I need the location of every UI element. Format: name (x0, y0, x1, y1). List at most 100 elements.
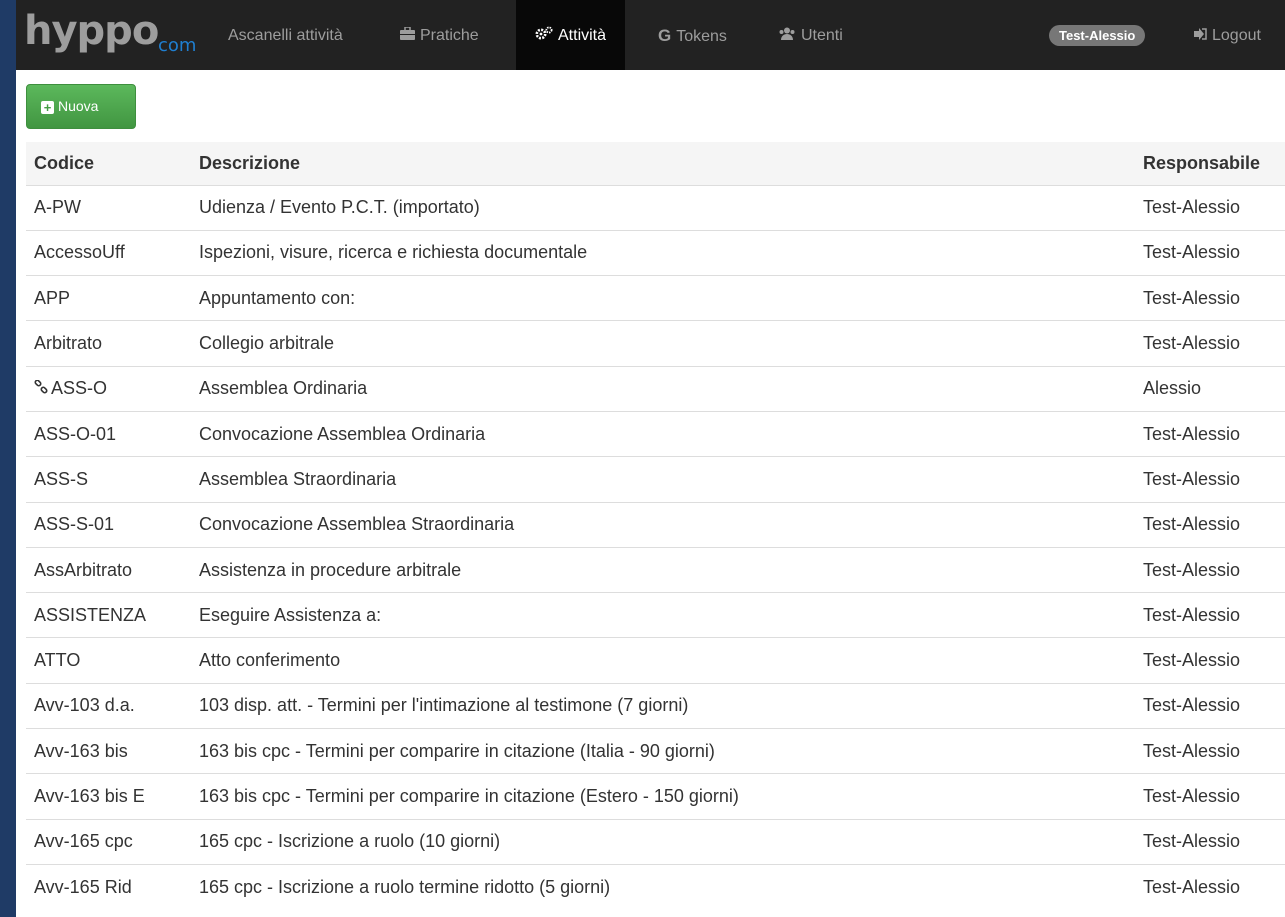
nav-item-utenti[interactable]: Utenti (778, 0, 843, 70)
plus-icon: + (41, 101, 54, 114)
header-code[interactable]: Codice (26, 142, 191, 185)
cell-description: Assistenza in procedure arbitrale (191, 546, 1135, 593)
code-text: Arbitrato (34, 333, 103, 354)
code-text: Avv-103 d.a. (34, 695, 135, 716)
table-row[interactable]: ASS-S-01 Convocazione Assemblea Straordin… (26, 501, 1285, 548)
cell-description: Assemblea Straordinaria (191, 456, 1135, 503)
table-row[interactable]: Avv-163 bis 163 bis cpc - Termini per com… (26, 728, 1285, 774)
table-row[interactable]: Arbitrato Collegio arbitrale Test-Alessio (26, 320, 1285, 367)
cell-owner: Test-Alessio (1135, 728, 1285, 774)
table-row[interactable]: ASS-S Assemblea Straordinaria Test-Alessio (26, 456, 1285, 503)
cell-description: Udienza / Evento P.C.T. (importato) (191, 184, 1135, 231)
table-row[interactable]: AccessoUff Ispezioni, visure, ricerca e r… (26, 229, 1285, 276)
cell-owner: Alessio (1135, 365, 1285, 412)
nav-item-tokens[interactable]: G Tokens (658, 0, 727, 70)
table-row[interactable]: ASS-O-01 Convocazione Assemblea Ordinaria… (26, 410, 1285, 457)
header-owner[interactable]: Responsabile (1135, 142, 1285, 185)
cell-code[interactable]: Avv-163 bis (26, 728, 191, 774)
cell-owner: Test-Alessio (1135, 773, 1285, 820)
link-icon (34, 379, 48, 399)
code-text: AccessoUff (34, 242, 125, 263)
logout-icon (1194, 0, 1207, 72)
cell-code[interactable]: ASS-S (26, 456, 191, 503)
cell-code[interactable]: Avv-103 d.a. (26, 682, 191, 729)
cell-description: Ispezioni, visure, ricerca e richiesta d… (191, 229, 1135, 276)
cell-owner: Test-Alessio (1135, 546, 1285, 593)
cell-owner: Test-Alessio (1135, 637, 1285, 684)
cell-owner: Test-Alessio (1135, 818, 1285, 865)
code-text: ASS-O (51, 378, 108, 399)
code-text: ASS-S-01 (34, 514, 115, 535)
brand-suffix: com (158, 35, 197, 56)
cell-description: 163 bis cpc - Termini per comparire in c… (191, 728, 1135, 774)
cell-code[interactable]: ASS-O (26, 365, 191, 412)
code-text: Avv-165 cpc (34, 831, 133, 852)
table-row[interactable]: Avv-103 d.a. 103 disp. att. - Termini per… (26, 682, 1285, 729)
cell-description: Collegio arbitrale (191, 320, 1135, 367)
table-row[interactable]: AssArbitrato Assistenza in procedure arbi… (26, 546, 1285, 593)
google-icon: G (658, 26, 672, 45)
nav-item-label: Attività (558, 27, 607, 44)
new-activity-button[interactable]: + Nuova (26, 84, 136, 129)
new-button-label: Nuova (58, 98, 99, 114)
gears-icon (535, 0, 553, 72)
cell-code[interactable]: Avv-163 bis E (26, 773, 191, 820)
cell-description: Assemblea Ordinaria (191, 365, 1135, 412)
cell-code[interactable]: ASS-O-01 (26, 410, 191, 457)
table-row[interactable]: Avv-163 bis E 163 bis cpc - Termini per c… (26, 773, 1285, 820)
nav-item-label: Pratiche (420, 27, 479, 44)
cell-owner: Test-Alessio (1135, 863, 1285, 910)
cell-code[interactable]: Avv-165 Rid (26, 863, 191, 910)
cell-owner: Test-Alessio (1135, 682, 1285, 729)
code-text: ASSISTENZA (34, 604, 147, 625)
cell-code[interactable]: Arbitrato (26, 320, 191, 367)
cell-code[interactable]: A-PW (26, 184, 191, 231)
nav-item-label: Tokens (676, 28, 727, 45)
header-description[interactable]: Descrizione (191, 142, 1135, 185)
table-row[interactable]: ASSISTENZA Eseguire Assistenza a: Test-Ale… (26, 592, 1285, 638)
nav-item-label: Ascanelli attività (228, 27, 343, 44)
code-text: Avv-165 Rid (34, 876, 132, 897)
nav-item-attivita[interactable]: Attività (516, 0, 626, 72)
cell-code[interactable]: ASS-S-01 (26, 501, 191, 548)
cell-owner: Test-Alessio (1135, 229, 1285, 276)
cell-code[interactable]: ATTO (26, 637, 191, 684)
cell-description: 165 cpc - Iscrizione a ruolo termine rid… (191, 863, 1135, 910)
cell-code[interactable]: AssArbitrato (26, 546, 191, 593)
cell-owner: Test-Alessio (1135, 456, 1285, 503)
cell-owner: Test-Alessio (1135, 410, 1285, 457)
user-badge[interactable]: Test-Alessio (1049, 25, 1146, 46)
code-text: AssArbitrato (34, 559, 133, 580)
nav-item-pratiche[interactable]: Pratiche (400, 0, 479, 70)
table-row[interactable]: Avv-165 Rid 165 cpc - Iscrizione a ruolo … (26, 863, 1285, 910)
cell-description: Appuntamento con: (191, 275, 1135, 321)
cell-owner: Test-Alessio (1135, 184, 1285, 231)
navbar: hyppo com Ascanelli attività Pratiche At… (16, 0, 1285, 70)
cell-description: Atto conferimento (191, 637, 1135, 684)
table-row[interactable]: APP Appuntamento con: Test-Alessio (26, 275, 1285, 321)
cell-description: 103 disp. att. - Termini per l'intimazio… (191, 682, 1135, 729)
cell-code[interactable]: Avv-165 cpc (26, 818, 191, 865)
cell-owner: Test-Alessio (1135, 320, 1285, 367)
logout-label: Logout (1212, 27, 1261, 44)
nav-item-label: Utenti (801, 27, 843, 44)
cell-code[interactable]: ASSISTENZA (26, 592, 191, 638)
cell-code[interactable]: AccessoUff (26, 229, 191, 276)
cell-owner: Test-Alessio (1135, 501, 1285, 548)
code-text: ATTO (34, 650, 81, 671)
code-text: ASS-O-01 (34, 423, 117, 444)
table-row[interactable]: Avv-165 cpc 165 cpc - Iscrizione a ruolo … (26, 818, 1285, 865)
table-row[interactable]: ASS-O Assemblea Ordinaria Alessio (26, 365, 1285, 412)
cell-description: Eseguire Assistenza a: (191, 592, 1135, 638)
table-header-row: Codice Descrizione Responsabile (26, 142, 1285, 185)
cell-owner: Test-Alessio (1135, 592, 1285, 638)
cell-code[interactable]: APP (26, 275, 191, 321)
brand-logo[interactable]: hyppo com (24, 8, 214, 60)
cell-description: 163 bis cpc - Termini per comparire in c… (191, 773, 1135, 820)
table-row[interactable]: ATTO Atto conferimento Test-Alessio (26, 637, 1285, 684)
logout-link[interactable]: Logout (1194, 0, 1261, 70)
code-text: Avv-163 bis E (34, 786, 145, 806)
code-text: APP (34, 287, 71, 308)
nav-item-ascanelli[interactable]: Ascanelli attività (228, 0, 343, 70)
table-row[interactable]: A-PW Udienza / Evento P.C.T. (importato) T… (26, 184, 1285, 231)
